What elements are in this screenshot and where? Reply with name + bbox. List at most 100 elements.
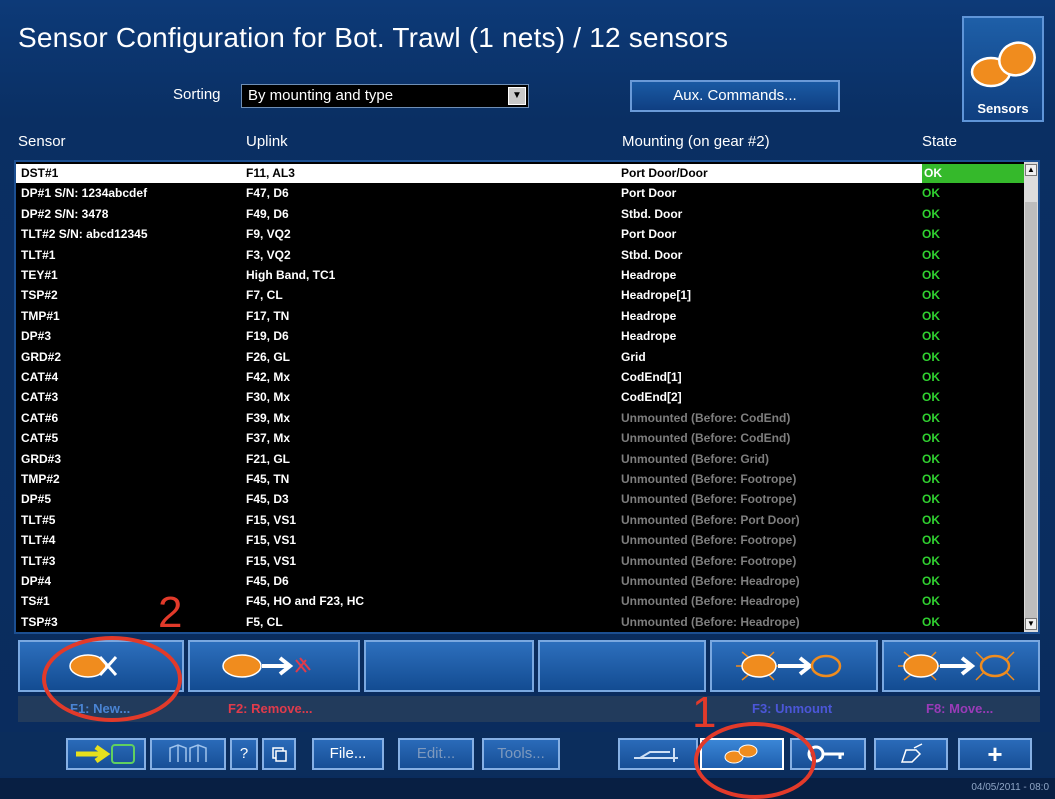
f2-remove-label[interactable]: F2: Remove... <box>228 701 313 716</box>
annotation-number-1: 1 <box>692 688 717 737</box>
sensor-cell: TEY#1 <box>21 268 58 282</box>
sensor-cell: TSP#2 <box>21 288 58 303</box>
sensor-cell: TMP#2 <box>21 472 60 486</box>
trawl-net-icon <box>169 744 207 762</box>
copy-button[interactable] <box>262 738 296 770</box>
sensors-button-label: Sensors <box>977 101 1029 116</box>
table-row[interactable]: TLT#2 S/N: abcd12345 F9, VQ2 Port Door OK <box>16 225 1024 244</box>
table-row[interactable]: CAT#3 F30, Mx CodEnd[2] OK <box>16 388 1024 407</box>
f8-move-label[interactable]: F8: Move... <box>926 701 993 716</box>
table-row[interactable]: DP#3 F19, D6 Headrope OK <box>16 327 1024 346</box>
aux-commands-button[interactable]: Aux. Commands... <box>630 80 840 112</box>
table-row[interactable]: GRD#3 F21, GL Unmounted (Before: Grid) OK <box>16 450 1024 469</box>
table-row[interactable]: CAT#6 F39, Mx Unmounted (Before: CodEnd) OK <box>16 409 1024 428</box>
table-row[interactable]: DP#5 F45, D3 Unmounted (Before: Footrope) O… <box>16 490 1024 509</box>
annotation-circle-new-button <box>42 636 182 722</box>
column-header-state[interactable]: State <box>922 133 957 150</box>
uplink-cell: F42, Mx <box>246 370 291 384</box>
empty-function-button-2[interactable] <box>538 640 706 692</box>
sensor-cell: DST#1 <box>21 166 59 180</box>
sensor-cell: TS#1 <box>21 594 50 609</box>
mounting-cell: Grid <box>621 349 646 364</box>
table-row[interactable]: TLT#4 F15, VS1 Unmounted (Before: Footrope… <box>16 531 1024 550</box>
remove-sensor-icon <box>222 654 311 678</box>
table-row[interactable]: TLT#1 F3, VQ2 Stbd. Door OK <box>16 246 1024 265</box>
state-cell: OK <box>922 614 940 629</box>
table-row[interactable]: TMP#2 F45, TN Unmounted (Before: Footrope)… <box>16 470 1024 489</box>
sensor-cell: GRD#2 <box>21 349 62 364</box>
column-header-sensor[interactable]: Sensor <box>18 133 66 150</box>
uplink-cell: High Band, TC1 <box>246 268 336 282</box>
uplink-cell: F15, VS1 <box>246 512 297 527</box>
uplink-cell: F9, VQ2 <box>246 227 291 242</box>
scroll-down-arrow-icon[interactable]: ▼ <box>1025 618 1037 630</box>
uplink-cell: F3, VQ2 <box>246 247 291 262</box>
scroll-up-arrow-icon[interactable]: ▲ <box>1025 164 1037 176</box>
remove-sensor-button[interactable] <box>188 640 360 692</box>
state-cell: OK <box>922 390 940 405</box>
state-cell: OK <box>922 472 940 486</box>
table-row[interactable]: TSP#2 F7, CL Headrope[1] OK <box>16 286 1024 305</box>
status-datetime: 04/05/2011 - 08:0 <box>971 782 1049 793</box>
file-menu-button[interactable]: File... <box>312 738 384 770</box>
state-cell: OK <box>922 349 940 364</box>
mounting-cell: Port Door/Door <box>621 166 708 180</box>
chevron-down-icon[interactable]: ▼ <box>508 87 526 105</box>
mounting-cell: Unmounted (Before: Headrope) <box>621 594 800 609</box>
sensor-cell: TLT#2 S/N: abcd12345 <box>21 227 148 242</box>
table-row[interactable]: DP#2 S/N: 3478 F49, D6 Stbd. Door OK <box>16 205 1024 224</box>
add-button[interactable]: + <box>958 738 1032 770</box>
mounting-cell: Headrope <box>621 308 677 323</box>
help-button[interactable]: ? <box>230 738 258 770</box>
state-cell: OK <box>922 594 940 609</box>
edit-menu-button[interactable]: Edit... <box>398 738 474 770</box>
uplink-cell: F37, Mx <box>246 431 291 446</box>
unmount-sensor-button[interactable] <box>710 640 878 692</box>
uplink-cell: F7, CL <box>246 288 283 303</box>
sensor-cell: TSP#3 <box>21 614 58 629</box>
uplink-cell: F19, D6 <box>246 329 289 344</box>
table-row[interactable]: DST#1 F11, AL3 Port Door/Door OK <box>16 164 1026 183</box>
state-cell: OK <box>922 288 940 303</box>
sensor-cell: DP#5 <box>21 492 52 507</box>
scroll-thumb[interactable] <box>1025 202 1037 622</box>
sensor-cell: DP#3 <box>21 329 52 344</box>
table-row[interactable]: DP#1 S/N: 1234abcdef F47, D6 Port Door OK <box>16 184 1024 203</box>
f3-unmount-label[interactable]: F3: Unmount <box>752 701 832 716</box>
state-cell: OK <box>922 512 940 527</box>
mounting-cell: Unmounted (Before: Headrope) <box>621 574 800 588</box>
pencil-hand-icon <box>900 743 923 763</box>
tools-menu-button[interactable]: Tools... <box>482 738 560 770</box>
table-row[interactable]: TMP#1 F17, TN Headrope OK <box>16 307 1024 326</box>
trawl-button[interactable] <box>618 738 698 770</box>
move-sensor-button[interactable] <box>882 640 1040 692</box>
uplink-cell: F26, GL <box>246 349 291 364</box>
uplink-cell: F47, D6 <box>246 186 289 201</box>
table-row[interactable]: GRD#2 F26, GL Grid OK <box>16 348 1024 367</box>
sensors-button[interactable]: Sensors <box>962 16 1044 122</box>
sensor-cell: DP#2 S/N: 3478 <box>21 206 109 221</box>
column-header-uplink[interactable]: Uplink <box>246 133 288 150</box>
gear-view-button[interactable] <box>150 738 226 770</box>
sensor-cell: TLT#1 <box>21 247 56 262</box>
table-row[interactable]: CAT#4 F42, Mx CodEnd[1] OK <box>16 368 1024 387</box>
arrow-to-window-icon <box>76 744 135 764</box>
sensor-cell: DP#1 S/N: 1234abcdef <box>21 186 148 201</box>
table-row[interactable]: TLT#5 F15, VS1 Unmounted (Before: Port Doo… <box>16 511 1024 530</box>
navigate-button[interactable] <box>66 738 146 770</box>
empty-function-button-1[interactable] <box>364 640 534 692</box>
uplink-cell: F11, AL3 <box>246 166 295 180</box>
sorting-select[interactable]: By mounting and type ▼ <box>241 84 529 108</box>
vertical-scrollbar[interactable]: ▲ ▼ <box>1024 162 1038 632</box>
mounting-cell: CodEnd[1] <box>621 370 682 384</box>
table-row[interactable]: TLT#3 F15, VS1 Unmounted (Before: Footrope… <box>16 552 1024 571</box>
mounting-cell: Unmounted (Before: Headrope) <box>621 614 800 629</box>
column-header-mounting[interactable]: Mounting (on gear #2) <box>622 133 770 150</box>
mounting-cell: Unmounted (Before: CodEnd) <box>621 431 791 446</box>
table-row[interactable]: CAT#5 F37, Mx Unmounted (Before: CodEnd) OK <box>16 429 1024 448</box>
state-cell: OK <box>922 247 940 262</box>
edit-pencil-button[interactable] <box>874 738 948 770</box>
state-cell: OK <box>922 329 940 344</box>
table-row[interactable]: TEY#1 High Band, TC1 Headrope OK <box>16 266 1024 285</box>
mounting-cell: Unmounted (Before: Grid) <box>621 451 769 466</box>
